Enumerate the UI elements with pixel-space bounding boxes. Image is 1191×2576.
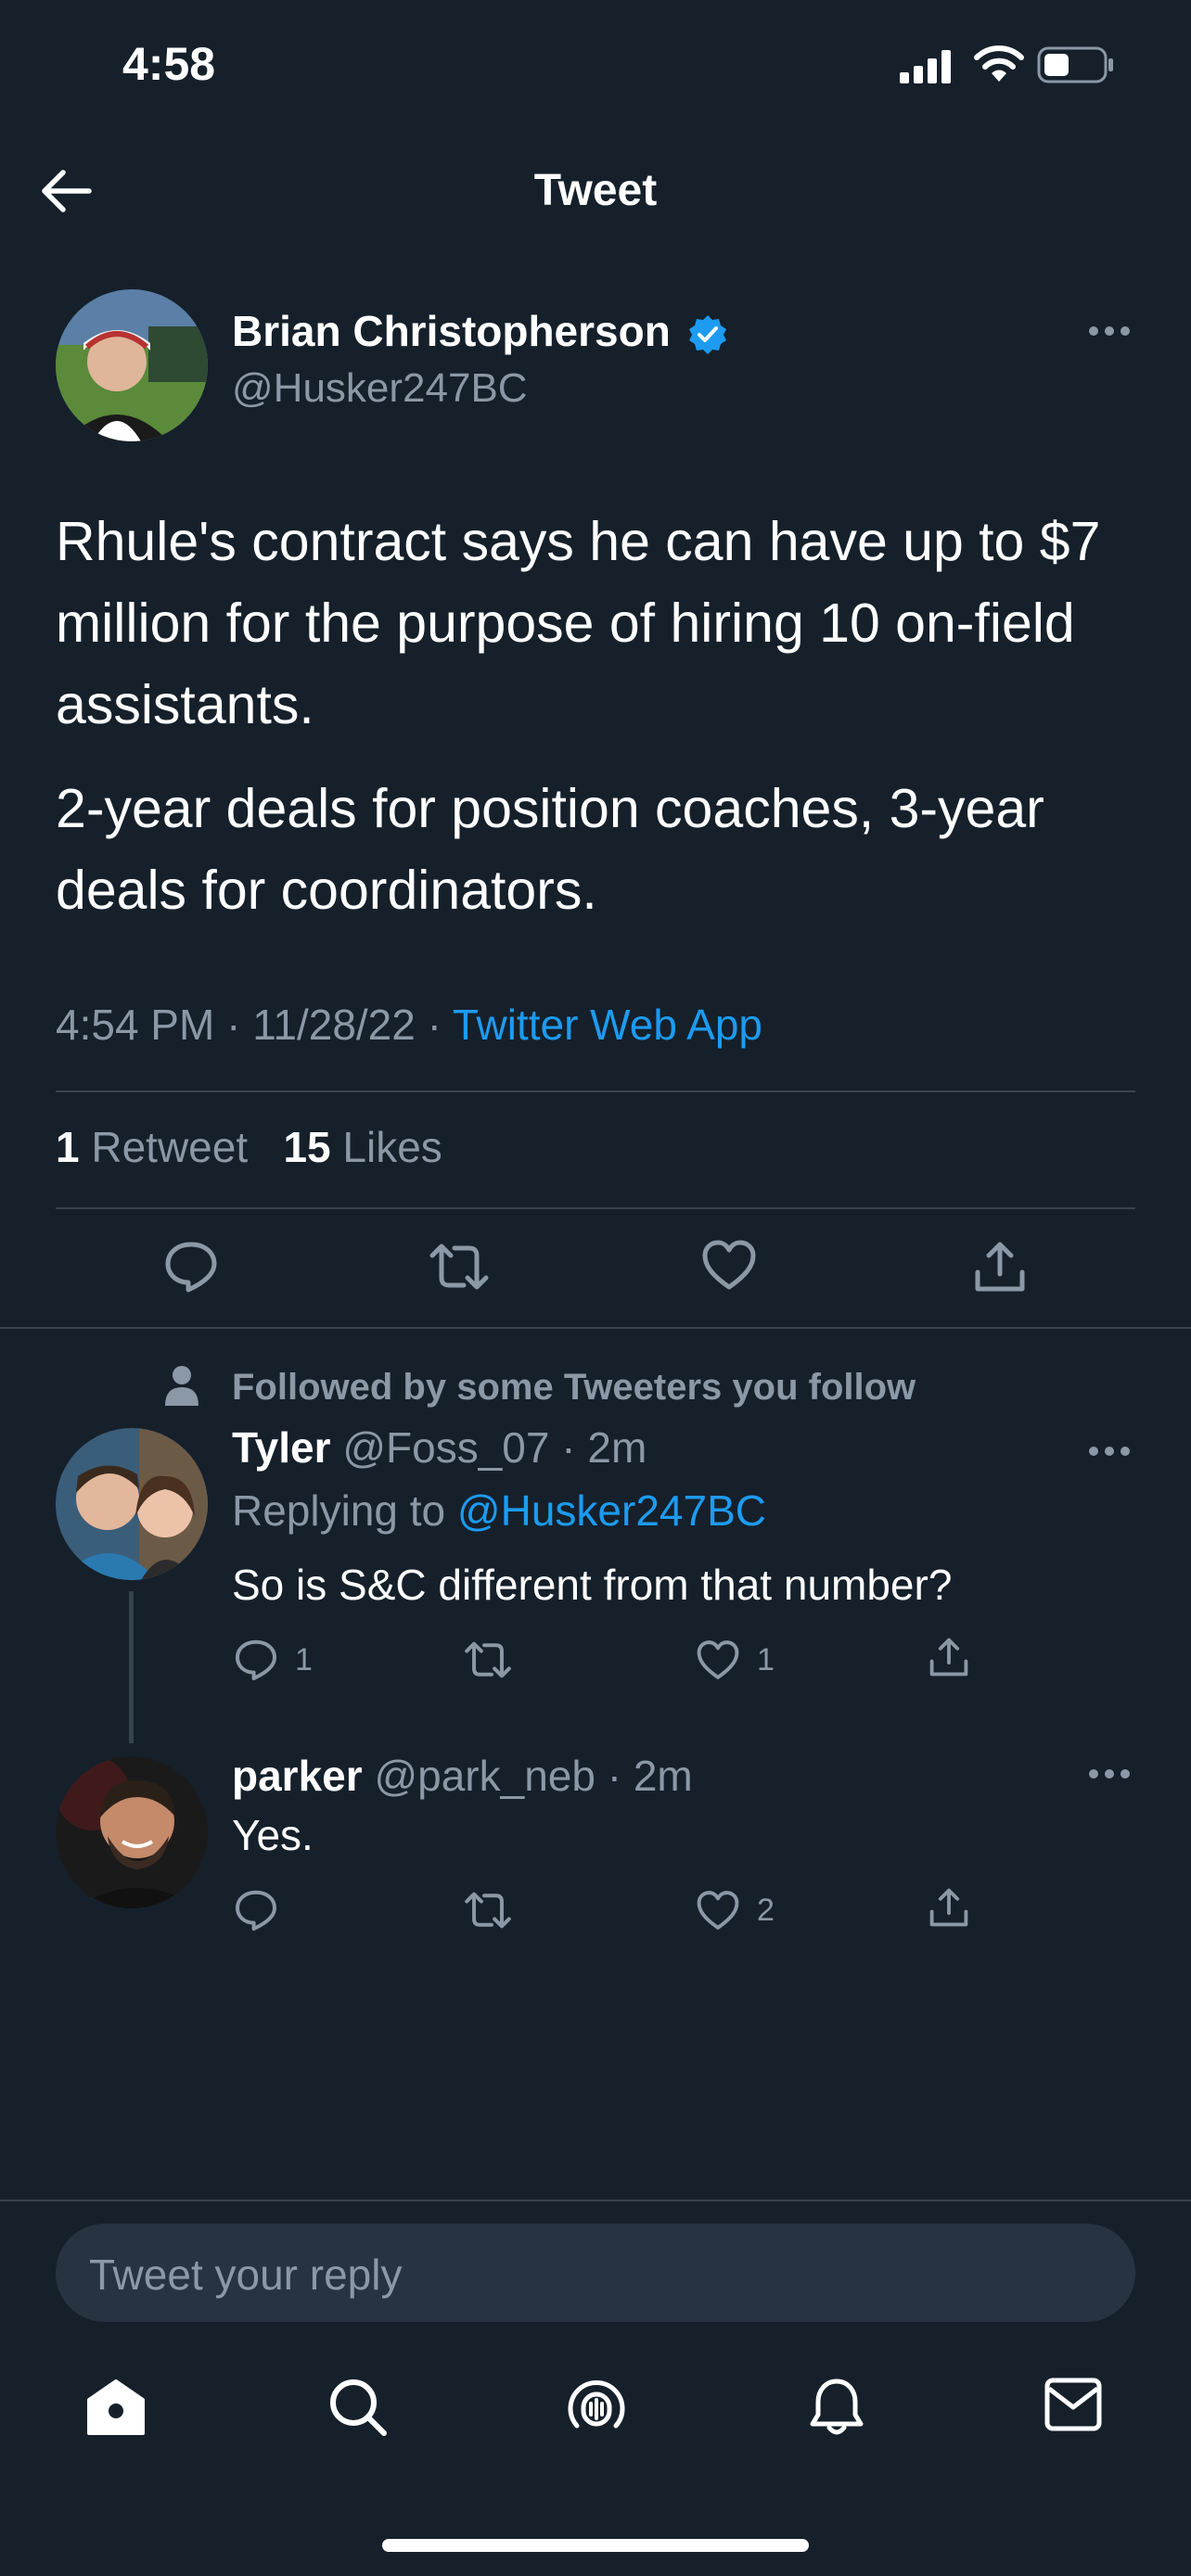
page-title: Tweet bbox=[533, 166, 658, 215]
battery-icon bbox=[1037, 46, 1115, 83]
cellular-signal-icon bbox=[900, 50, 955, 83]
like-count: 1 bbox=[757, 1641, 775, 1677]
replying-to: Replying to @Husker247BC bbox=[232, 1486, 766, 1536]
likes-stat[interactable]: 15 Likes bbox=[283, 1123, 442, 1171]
section-divider bbox=[0, 1327, 1191, 1329]
status-time: 4:58 bbox=[122, 38, 216, 90]
reply-icon bbox=[236, 1639, 276, 1680]
divider bbox=[56, 1090, 1135, 1092]
reply-time: 2m bbox=[633, 1752, 693, 1800]
retweet-icon bbox=[465, 1892, 511, 1929]
divider bbox=[56, 1207, 1135, 1209]
likes-label: Likes bbox=[342, 1123, 442, 1171]
author-name[interactable]: Brian Christopherson bbox=[232, 306, 671, 356]
author-handle[interactable]: @Husker247BC bbox=[232, 365, 528, 412]
retweet-action[interactable] bbox=[464, 1638, 512, 1682]
more-options-icon[interactable] bbox=[1087, 1767, 1132, 1780]
reply-icon bbox=[236, 1890, 276, 1931]
like-heart-icon bbox=[697, 1891, 739, 1930]
retweet-action[interactable] bbox=[464, 1888, 512, 1932]
more-options-icon[interactable] bbox=[1087, 325, 1132, 338]
composer-divider bbox=[0, 2200, 1191, 2201]
tweet-source-link[interactable]: Twitter Web App bbox=[453, 1001, 762, 1049]
reply-action[interactable] bbox=[234, 1888, 278, 1932]
author-avatar[interactable] bbox=[56, 289, 208, 441]
reply-icon[interactable] bbox=[163, 1239, 219, 1294]
reply-author-handle[interactable]: @Foss_07 bbox=[342, 1423, 549, 1472]
messages-icon[interactable] bbox=[1044, 2378, 1102, 2431]
replying-to-label: Replying to bbox=[232, 1486, 446, 1535]
share-icon bbox=[929, 1888, 968, 1927]
reply-action[interactable]: 1 bbox=[234, 1638, 313, 1682]
like-action[interactable]: 2 bbox=[696, 1890, 775, 1931]
reply-composer-placeholder: Tweet your reply bbox=[89, 2251, 403, 2299]
reply-header: parker @park_neb · 2m bbox=[232, 1751, 693, 1801]
social-context-label: Followed by some Tweeters you follow bbox=[232, 1367, 916, 1408]
thread-line bbox=[129, 1591, 134, 1743]
more-options-icon[interactable] bbox=[1087, 1445, 1132, 1458]
retweets-count: 1 bbox=[56, 1123, 80, 1171]
replying-to-handle[interactable]: @Husker247BC bbox=[457, 1486, 766, 1535]
reply-time: 2m bbox=[587, 1423, 647, 1472]
like-count: 2 bbox=[757, 1892, 775, 1928]
like-heart-icon[interactable] bbox=[701, 1239, 757, 1291]
meta-separator: · bbox=[607, 1752, 622, 1800]
reply-count: 1 bbox=[295, 1641, 313, 1677]
meta-separator: · bbox=[226, 1001, 241, 1049]
reply-avatar[interactable] bbox=[56, 1756, 208, 1908]
reply-author-name[interactable]: Tyler bbox=[232, 1423, 331, 1472]
search-icon[interactable] bbox=[328, 2378, 388, 2437]
retweet-icon bbox=[465, 1641, 511, 1678]
notifications-icon[interactable] bbox=[809, 2378, 864, 2437]
person-icon bbox=[163, 1365, 200, 1406]
reply-avatar[interactable] bbox=[56, 1428, 208, 1580]
reply-text: So is S&C different from that number? bbox=[232, 1561, 953, 1609]
share-action[interactable] bbox=[928, 1636, 970, 1678]
spaces-icon[interactable] bbox=[566, 2378, 627, 2439]
meta-separator: · bbox=[427, 1001, 442, 1049]
meta-separator: · bbox=[561, 1423, 576, 1472]
reply-author-name[interactable]: parker bbox=[232, 1752, 363, 1800]
retweet-icon[interactable] bbox=[429, 1239, 490, 1294]
reply-author-handle[interactable]: @park_neb bbox=[374, 1752, 596, 1800]
wifi-icon bbox=[974, 45, 1024, 83]
tweet-text-paragraph: 2-year deals for position coaches, 3-yea… bbox=[56, 778, 1044, 921]
reply-text: Yes. bbox=[232, 1811, 314, 1859]
share-icon bbox=[929, 1638, 968, 1677]
retweets-label: Retweet bbox=[91, 1123, 249, 1171]
like-action[interactable]: 1 bbox=[696, 1639, 775, 1680]
tweet-stats: 1 Retweet 15 Likes bbox=[56, 1122, 442, 1172]
share-action[interactable] bbox=[928, 1886, 970, 1929]
home-icon[interactable] bbox=[85, 2378, 147, 2437]
likes-count: 15 bbox=[283, 1123, 331, 1171]
share-icon[interactable] bbox=[972, 1239, 1028, 1294]
like-heart-icon bbox=[697, 1640, 739, 1679]
tweet-meta: 4:54 PM · 11/28/22 · Twitter Web App bbox=[56, 1000, 762, 1050]
tweet-time: 4:54 PM bbox=[56, 1001, 215, 1049]
retweets-stat[interactable]: 1 Retweet bbox=[56, 1123, 248, 1171]
verified-badge-icon bbox=[686, 313, 729, 356]
tweet-date: 11/28/22 bbox=[252, 1001, 416, 1049]
reply-header: Tyler @Foss_07 · 2m bbox=[232, 1422, 647, 1473]
home-indicator[interactable] bbox=[382, 2539, 809, 2552]
tweet-text-paragraph: Rhule's contract says he can have up to … bbox=[56, 511, 1101, 735]
